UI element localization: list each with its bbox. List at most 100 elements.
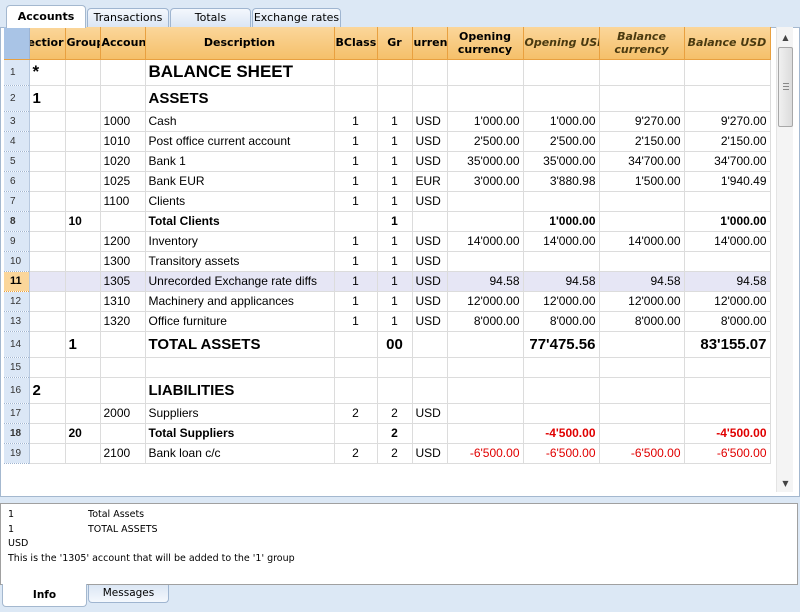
col-header-group[interactable]: Group [65,27,101,60]
cell-open-usd[interactable]: -6'500.00 [523,443,600,464]
cell-bal-usd[interactable]: 2'150.00 [684,131,771,152]
cell-bclass[interactable]: 1 [334,151,378,172]
cell-description[interactable]: LIABILITIES [145,377,335,404]
cell-bclass[interactable]: 2 [334,403,378,424]
tab-exchange-rates[interactable]: Exchange rates [252,8,341,27]
cell-open-cur[interactable] [447,423,524,444]
row-number[interactable]: 7 [4,191,30,212]
table-row[interactable]: 13 1320 Office furniture 1 1 USD 8'000.00 8'000… [4,311,771,332]
cell-bclass[interactable]: 1 [334,171,378,192]
accounts-table[interactable]: Sectior Group Account Description BClass… [4,27,772,491]
row-number[interactable]: 19 [4,443,30,464]
cell-account[interactable]: 1310 [100,291,146,312]
cell-account[interactable]: 2000 [100,403,146,424]
cell-account[interactable]: 1200 [100,231,146,252]
cell-bal-cur[interactable]: -6'500.00 [599,443,685,464]
cell-group[interactable] [65,377,101,404]
cell-account[interactable]: 1100 [100,191,146,212]
cell-bal-usd[interactable]: 1'940.49 [684,171,771,192]
row-number[interactable]: 1 [4,59,30,86]
cell-bclass[interactable]: 2 [334,443,378,464]
cell-gr[interactable]: 1 [377,191,413,212]
cell-gr[interactable] [377,377,413,404]
cell-currency[interactable] [412,59,448,86]
cell-group[interactable] [65,291,101,312]
cell-currency[interactable]: USD [412,251,448,272]
cell-bal-cur[interactable] [599,331,685,358]
cell-open-cur[interactable] [447,377,524,404]
row-number[interactable]: 2 [4,85,30,112]
col-header-balance-currency[interactable]: Balance currency [599,27,685,60]
table-row[interactable]: 10 1300 Transitory assets 1 1 USD [4,251,771,272]
cell-account[interactable] [100,331,146,358]
cell-group[interactable] [65,311,101,332]
cell-currency[interactable] [412,331,448,358]
cell-bal-cur[interactable]: 9'270.00 [599,111,685,132]
cell-open-usd[interactable]: -4'500.00 [523,423,600,444]
cell-open-usd[interactable]: 14'000.00 [523,231,600,252]
cell-bal-cur[interactable]: 1'500.00 [599,171,685,192]
cell-gr[interactable]: 1 [377,171,413,192]
col-header-account[interactable]: Account [100,27,146,60]
cell-bal-usd[interactable] [684,191,771,212]
cell-bclass[interactable]: 1 [334,231,378,252]
cell-bclass[interactable] [334,357,378,378]
cell-open-usd[interactable]: 1'000.00 [523,211,600,232]
table-row[interactable]: 7 1100 Clients 1 1 USD [4,191,771,212]
col-header-balance-usd[interactable]: Balance USD [684,27,771,60]
row-number[interactable]: 12 [4,291,30,312]
cell-description[interactable]: Total Clients [145,211,335,232]
cell-currency[interactable]: USD [412,311,448,332]
cell-bal-cur[interactable]: 2'150.00 [599,131,685,152]
cell-open-usd[interactable]: 77'475.56 [523,331,600,358]
cell-open-cur[interactable]: 94.58 [447,271,524,292]
cell-bclass[interactable] [334,85,378,112]
cell-open-usd[interactable] [523,85,600,112]
cell-bal-usd[interactable]: 9'270.00 [684,111,771,132]
row-number[interactable]: 14 [4,331,30,358]
cell-account[interactable]: 1305 [100,271,146,292]
cell-group[interactable] [65,85,101,112]
cell-group[interactable]: 20 [65,423,101,444]
table-row[interactable]: 1 * BALANCE SHEET [4,59,771,86]
cell-description[interactable]: Cash [145,111,335,132]
cell-gr[interactable]: 1 [377,151,413,172]
row-number[interactable]: 18 [4,423,30,444]
cell-section[interactable] [29,111,66,132]
cell-bal-cur[interactable] [599,59,685,86]
cell-open-cur[interactable] [447,59,524,86]
cell-open-cur[interactable]: 3'000.00 [447,171,524,192]
cell-open-usd[interactable]: 8'000.00 [523,311,600,332]
col-header-opening-currency[interactable]: Opening currency [447,27,524,60]
cell-bal-usd[interactable]: 14'000.00 [684,231,771,252]
cell-bclass[interactable]: 1 [334,111,378,132]
cell-description[interactable]: Suppliers [145,403,335,424]
cell-bclass[interactable]: 1 [334,291,378,312]
cell-group[interactable] [65,271,101,292]
cell-bclass[interactable]: 1 [334,311,378,332]
cell-account[interactable] [100,377,146,404]
cell-group[interactable] [65,131,101,152]
row-number[interactable]: 6 [4,171,30,192]
cell-currency[interactable]: EUR [412,171,448,192]
cell-group[interactable] [65,357,101,378]
cell-account[interactable]: 1020 [100,151,146,172]
table-row[interactable]: 12 1310 Machinery and applicances 1 1 USD 12'0… [4,291,771,312]
cell-open-cur[interactable] [447,211,524,232]
cell-bal-usd[interactable]: 1'000.00 [684,211,771,232]
cell-bal-cur[interactable] [599,377,685,404]
table-row[interactable]: 5 1020 Bank 1 1 1 USD 35'000.00 35'000.00 34'700… [4,151,771,172]
tab-totals[interactable]: Totals [170,8,251,27]
cell-bal-cur[interactable]: 14'000.00 [599,231,685,252]
cell-currency[interactable]: USD [412,403,448,424]
vertical-scrollbar[interactable]: ▲ ▼ [776,27,793,492]
cell-group[interactable] [65,171,101,192]
cell-section[interactable]: 1 [29,85,66,112]
corner-cell[interactable] [4,27,30,60]
cell-bclass[interactable] [334,211,378,232]
cell-description[interactable]: Post office current account [145,131,335,152]
table-row[interactable]: 6 1025 Bank EUR 1 1 EUR 3'000.00 3'880.98 1'500.… [4,171,771,192]
cell-bal-cur[interactable]: 12'000.00 [599,291,685,312]
cell-bal-usd[interactable]: 34'700.00 [684,151,771,172]
cell-section[interactable] [29,171,66,192]
